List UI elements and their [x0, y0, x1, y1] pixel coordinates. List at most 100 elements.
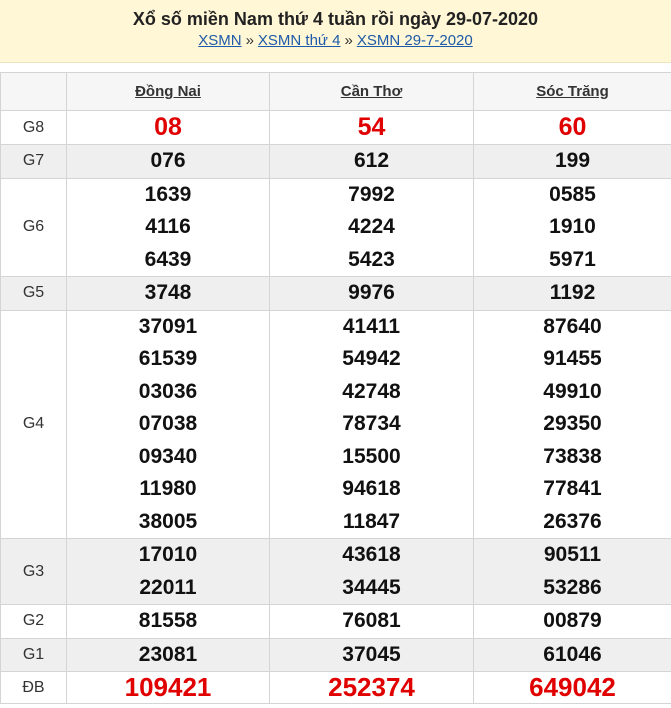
- prize-cell: 3748: [66, 276, 270, 311]
- breadcrumb-separator: »: [245, 32, 254, 49]
- winning-number: 54942: [342, 347, 401, 370]
- winning-number: 41411: [342, 314, 401, 338]
- page-title: Xổ số miền Nam thứ 4 tuần rồi ngày 29-07…: [132, 9, 539, 29]
- prize-row-g5: G5 3748 9976 1192: [0, 276, 671, 311]
- winning-number: 76081: [342, 609, 401, 632]
- winning-number: 109421: [124, 672, 212, 702]
- prize-cell: 37045: [269, 637, 474, 672]
- prize-label: G7: [0, 144, 67, 179]
- winning-number: 37091: [138, 314, 198, 338]
- corner-cell: [0, 72, 67, 111]
- winning-number: 94618: [342, 477, 401, 500]
- prize-cell: 81558: [66, 604, 270, 639]
- winning-number: 53286: [543, 575, 602, 599]
- prize-cell: 7992 4224 5423: [269, 177, 474, 277]
- winning-number: 26376: [543, 509, 602, 533]
- winning-number: 5971: [549, 247, 596, 271]
- winning-number: 23081: [138, 642, 198, 666]
- winning-number: 0585: [549, 182, 596, 206]
- winning-number: 60: [558, 113, 587, 141]
- prize-row-g3: G3 17010 22011 43618 34445 90511 53286: [0, 538, 671, 605]
- prize-row-g1: G1 23081 37045 61046: [0, 637, 671, 672]
- winning-number: 17010: [138, 543, 198, 566]
- winning-number: 9976: [348, 281, 395, 304]
- winning-number: 08: [154, 113, 182, 141]
- prize-cell: 9976: [269, 276, 474, 311]
- winning-number: 22011: [139, 575, 197, 599]
- winning-number: 11847: [342, 509, 401, 533]
- column-header-province[interactable]: Cần Thơ: [269, 72, 474, 111]
- column-header-province[interactable]: Đồng Nai: [66, 72, 270, 111]
- prize-label: G2: [0, 604, 67, 639]
- prize-cell: 199: [473, 144, 671, 179]
- winning-number: 252374: [328, 672, 415, 702]
- winning-number: 6439: [144, 247, 192, 271]
- winning-number: 4224: [348, 215, 395, 238]
- prize-row-g7: G7 076 612 199: [0, 144, 671, 179]
- winning-number: 78734: [342, 412, 401, 435]
- prize-label: G3: [0, 538, 67, 605]
- winning-number: 91455: [543, 347, 602, 370]
- winning-number: 81558: [138, 609, 198, 632]
- prize-cell: 23081: [66, 637, 270, 672]
- prize-cell: 1639 4116 6439: [66, 177, 270, 277]
- prize-cell: 252374: [269, 671, 474, 704]
- winning-number: 7992: [348, 182, 395, 206]
- prize-label: G1: [0, 637, 67, 672]
- winning-number: 15500: [342, 444, 401, 468]
- prize-label: G6: [0, 177, 67, 277]
- winning-number: 34445: [342, 575, 401, 599]
- winning-number: 37045: [342, 642, 401, 666]
- prize-cell: 61046: [473, 637, 671, 672]
- winning-number: 1192: [549, 281, 596, 304]
- prize-row-g2: G2 81558 76081 00879: [0, 604, 671, 639]
- winning-number: 00879: [543, 609, 602, 632]
- prize-cell: 41411 54942 42748 78734 15500 94618 11847: [269, 309, 474, 539]
- breadcrumb-link-xsmn[interactable]: XSMN: [198, 32, 241, 49]
- winning-number: 1639: [144, 182, 192, 206]
- winning-number: 90511: [543, 543, 602, 566]
- prize-cell: 17010 22011: [66, 538, 270, 605]
- prize-cell: 76081: [269, 604, 474, 639]
- prize-cell: 0585 1910 5971: [473, 177, 671, 277]
- prize-cell: 109421: [66, 671, 270, 704]
- winning-number: 61539: [138, 347, 198, 370]
- prize-row-đb: ĐB 109421 252374 649042: [0, 671, 671, 704]
- prize-cell: 612: [269, 144, 474, 179]
- prize-cell: 00879: [473, 604, 671, 639]
- prize-cell: 08: [66, 110, 270, 145]
- winning-number: 076: [150, 149, 186, 172]
- winning-number: 42748: [342, 379, 401, 403]
- prize-cell: 54: [269, 110, 474, 145]
- prize-cell: 43618 34445: [269, 538, 474, 605]
- prize-label: G8: [0, 110, 67, 145]
- winning-number: 3748: [144, 281, 192, 304]
- prize-label: ĐB: [0, 671, 67, 704]
- winning-number: 4116: [145, 215, 191, 238]
- winning-number: 77841: [543, 477, 602, 500]
- winning-number: 199: [554, 149, 591, 172]
- prize-cell: 60: [473, 110, 671, 145]
- winning-number: 09340: [138, 444, 198, 468]
- winning-number: 73838: [543, 444, 602, 468]
- winning-number: 07038: [138, 412, 198, 435]
- winning-number: 1910: [549, 215, 596, 238]
- winning-number: 612: [353, 149, 390, 172]
- breadcrumb-link-xsmn-thu-4[interactable]: XSMN thứ 4: [258, 32, 341, 49]
- winning-number: 54: [357, 113, 386, 141]
- table-header-row: Đồng Nai Cần Thơ Sóc Trăng: [0, 72, 671, 111]
- results-table: Đồng Nai Cần Thơ Sóc Trăng G8 08 54 60 G7 076…: [0, 72, 671, 704]
- prize-cell: 649042: [473, 671, 671, 704]
- prize-row-g4: G4 37091 61539 03036 07038 09340 11980 38005 414…: [0, 309, 671, 539]
- winning-number: 649042: [529, 672, 616, 702]
- page-header: Xổ số miền Nam thứ 4 tuần rồi ngày 29-07…: [0, 0, 671, 63]
- breadcrumb-link-xsmn-date[interactable]: XSMN 29-7-2020: [357, 32, 473, 49]
- prize-label: G5: [0, 276, 67, 311]
- winning-number: 5423: [348, 247, 395, 271]
- winning-number: 29350: [543, 412, 602, 435]
- winning-number: 38005: [138, 509, 198, 533]
- column-header-province[interactable]: Sóc Trăng: [473, 72, 671, 111]
- winning-number: 03036: [138, 379, 198, 403]
- breadcrumb-separator: »: [344, 32, 353, 49]
- winning-number: 87640: [543, 314, 602, 338]
